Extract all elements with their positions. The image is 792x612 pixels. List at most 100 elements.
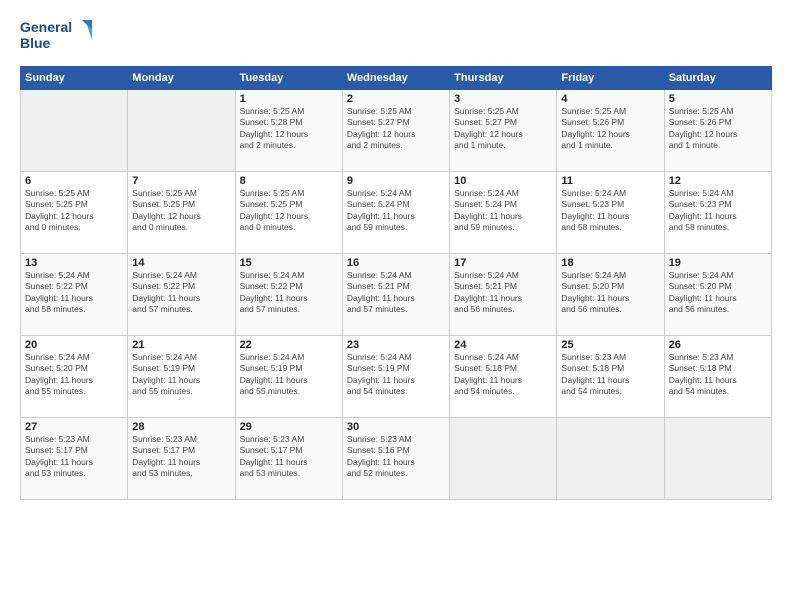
day-info: Sunrise: 5:24 AM Sunset: 5:23 PM Dayligh… xyxy=(669,188,767,234)
day-number: 28 xyxy=(132,421,230,433)
calendar-cell: 25Sunrise: 5:23 AM Sunset: 5:18 PM Dayli… xyxy=(557,336,664,418)
day-number: 15 xyxy=(240,257,338,269)
day-info: Sunrise: 5:25 AM Sunset: 5:25 PM Dayligh… xyxy=(25,188,123,234)
calendar-cell xyxy=(21,90,128,172)
day-info: Sunrise: 5:25 AM Sunset: 5:25 PM Dayligh… xyxy=(240,188,338,234)
calendar-cell: 7Sunrise: 5:25 AM Sunset: 5:25 PM Daylig… xyxy=(128,172,235,254)
day-number: 3 xyxy=(454,93,552,105)
day-number: 8 xyxy=(240,175,338,187)
day-number: 4 xyxy=(561,93,659,105)
day-number: 27 xyxy=(25,421,123,433)
calendar-cell xyxy=(450,418,557,500)
day-info: Sunrise: 5:23 AM Sunset: 5:18 PM Dayligh… xyxy=(561,352,659,398)
day-info: Sunrise: 5:23 AM Sunset: 5:17 PM Dayligh… xyxy=(25,434,123,480)
day-number: 10 xyxy=(454,175,552,187)
day-info: Sunrise: 5:24 AM Sunset: 5:24 PM Dayligh… xyxy=(347,188,445,234)
weekday-header-wednesday: Wednesday xyxy=(342,67,449,90)
day-number: 12 xyxy=(669,175,767,187)
calendar-cell: 30Sunrise: 5:23 AM Sunset: 5:16 PM Dayli… xyxy=(342,418,449,500)
day-info: Sunrise: 5:25 AM Sunset: 5:28 PM Dayligh… xyxy=(240,106,338,152)
day-info: Sunrise: 5:25 AM Sunset: 5:27 PM Dayligh… xyxy=(347,106,445,152)
calendar-cell: 17Sunrise: 5:24 AM Sunset: 5:21 PM Dayli… xyxy=(450,254,557,336)
calendar-cell: 16Sunrise: 5:24 AM Sunset: 5:21 PM Dayli… xyxy=(342,254,449,336)
day-info: Sunrise: 5:24 AM Sunset: 5:19 PM Dayligh… xyxy=(132,352,230,398)
day-number: 22 xyxy=(240,339,338,351)
day-number: 7 xyxy=(132,175,230,187)
day-info: Sunrise: 5:24 AM Sunset: 5:18 PM Dayligh… xyxy=(454,352,552,398)
day-number: 17 xyxy=(454,257,552,269)
day-number: 30 xyxy=(347,421,445,433)
day-info: Sunrise: 5:24 AM Sunset: 5:21 PM Dayligh… xyxy=(347,270,445,316)
calendar-cell xyxy=(557,418,664,500)
day-info: Sunrise: 5:23 AM Sunset: 5:18 PM Dayligh… xyxy=(669,352,767,398)
calendar-cell: 13Sunrise: 5:24 AM Sunset: 5:22 PM Dayli… xyxy=(21,254,128,336)
day-number: 25 xyxy=(561,339,659,351)
day-info: Sunrise: 5:25 AM Sunset: 5:26 PM Dayligh… xyxy=(561,106,659,152)
weekday-header-sunday: Sunday xyxy=(21,67,128,90)
day-number: 23 xyxy=(347,339,445,351)
calendar-cell: 28Sunrise: 5:23 AM Sunset: 5:17 PM Dayli… xyxy=(128,418,235,500)
calendar-week-2: 6Sunrise: 5:25 AM Sunset: 5:25 PM Daylig… xyxy=(21,172,772,254)
day-number: 19 xyxy=(669,257,767,269)
calendar-cell xyxy=(128,90,235,172)
calendar-cell: 6Sunrise: 5:25 AM Sunset: 5:25 PM Daylig… xyxy=(21,172,128,254)
day-info: Sunrise: 5:23 AM Sunset: 5:16 PM Dayligh… xyxy=(347,434,445,480)
day-info: Sunrise: 5:24 AM Sunset: 5:24 PM Dayligh… xyxy=(454,188,552,234)
calendar-cell: 4Sunrise: 5:25 AM Sunset: 5:26 PM Daylig… xyxy=(557,90,664,172)
day-info: Sunrise: 5:24 AM Sunset: 5:21 PM Dayligh… xyxy=(454,270,552,316)
weekday-header-row: SundayMondayTuesdayWednesdayThursdayFrid… xyxy=(21,67,772,90)
day-info: Sunrise: 5:25 AM Sunset: 5:26 PM Dayligh… xyxy=(669,106,767,152)
day-info: Sunrise: 5:23 AM Sunset: 5:17 PM Dayligh… xyxy=(132,434,230,480)
calendar-cell: 15Sunrise: 5:24 AM Sunset: 5:22 PM Dayli… xyxy=(235,254,342,336)
day-number: 18 xyxy=(561,257,659,269)
day-info: Sunrise: 5:24 AM Sunset: 5:22 PM Dayligh… xyxy=(240,270,338,316)
calendar-cell: 18Sunrise: 5:24 AM Sunset: 5:20 PM Dayli… xyxy=(557,254,664,336)
calendar-cell xyxy=(664,418,771,500)
calendar-table: SundayMondayTuesdayWednesdayThursdayFrid… xyxy=(20,66,772,500)
calendar-cell: 23Sunrise: 5:24 AM Sunset: 5:19 PM Dayli… xyxy=(342,336,449,418)
calendar-week-1: 1Sunrise: 5:25 AM Sunset: 5:28 PM Daylig… xyxy=(21,90,772,172)
calendar-cell: 8Sunrise: 5:25 AM Sunset: 5:25 PM Daylig… xyxy=(235,172,342,254)
day-info: Sunrise: 5:24 AM Sunset: 5:22 PM Dayligh… xyxy=(132,270,230,316)
day-number: 9 xyxy=(347,175,445,187)
day-number: 5 xyxy=(669,93,767,105)
day-info: Sunrise: 5:24 AM Sunset: 5:20 PM Dayligh… xyxy=(561,270,659,316)
day-info: Sunrise: 5:24 AM Sunset: 5:20 PM Dayligh… xyxy=(25,352,123,398)
svg-text:Blue: Blue xyxy=(20,35,51,51)
calendar-cell: 14Sunrise: 5:24 AM Sunset: 5:22 PM Dayli… xyxy=(128,254,235,336)
logo: General Blue xyxy=(20,16,100,56)
calendar-cell: 9Sunrise: 5:24 AM Sunset: 5:24 PM Daylig… xyxy=(342,172,449,254)
day-info: Sunrise: 5:24 AM Sunset: 5:20 PM Dayligh… xyxy=(669,270,767,316)
day-number: 1 xyxy=(240,93,338,105)
calendar-cell: 10Sunrise: 5:24 AM Sunset: 5:24 PM Dayli… xyxy=(450,172,557,254)
calendar-cell: 3Sunrise: 5:25 AM Sunset: 5:27 PM Daylig… xyxy=(450,90,557,172)
day-info: Sunrise: 5:25 AM Sunset: 5:27 PM Dayligh… xyxy=(454,106,552,152)
page-header: General Blue xyxy=(20,16,772,56)
svg-text:General: General xyxy=(20,19,72,35)
day-info: Sunrise: 5:25 AM Sunset: 5:25 PM Dayligh… xyxy=(132,188,230,234)
calendar-cell: 26Sunrise: 5:23 AM Sunset: 5:18 PM Dayli… xyxy=(664,336,771,418)
weekday-header-friday: Friday xyxy=(557,67,664,90)
calendar-cell: 1Sunrise: 5:25 AM Sunset: 5:28 PM Daylig… xyxy=(235,90,342,172)
weekday-header-tuesday: Tuesday xyxy=(235,67,342,90)
day-number: 13 xyxy=(25,257,123,269)
day-number: 24 xyxy=(454,339,552,351)
calendar-cell: 11Sunrise: 5:24 AM Sunset: 5:23 PM Dayli… xyxy=(557,172,664,254)
day-number: 16 xyxy=(347,257,445,269)
day-number: 26 xyxy=(669,339,767,351)
day-info: Sunrise: 5:24 AM Sunset: 5:19 PM Dayligh… xyxy=(347,352,445,398)
day-number: 20 xyxy=(25,339,123,351)
weekday-header-monday: Monday xyxy=(128,67,235,90)
day-info: Sunrise: 5:23 AM Sunset: 5:17 PM Dayligh… xyxy=(240,434,338,480)
day-info: Sunrise: 5:24 AM Sunset: 5:19 PM Dayligh… xyxy=(240,352,338,398)
calendar-cell: 24Sunrise: 5:24 AM Sunset: 5:18 PM Dayli… xyxy=(450,336,557,418)
day-number: 6 xyxy=(25,175,123,187)
calendar-cell: 22Sunrise: 5:24 AM Sunset: 5:19 PM Dayli… xyxy=(235,336,342,418)
calendar-cell: 5Sunrise: 5:25 AM Sunset: 5:26 PM Daylig… xyxy=(664,90,771,172)
calendar-week-5: 27Sunrise: 5:23 AM Sunset: 5:17 PM Dayli… xyxy=(21,418,772,500)
day-info: Sunrise: 5:24 AM Sunset: 5:23 PM Dayligh… xyxy=(561,188,659,234)
day-number: 29 xyxy=(240,421,338,433)
logo-svg: General Blue xyxy=(20,16,100,56)
calendar-cell: 12Sunrise: 5:24 AM Sunset: 5:23 PM Dayli… xyxy=(664,172,771,254)
weekday-header-saturday: Saturday xyxy=(664,67,771,90)
